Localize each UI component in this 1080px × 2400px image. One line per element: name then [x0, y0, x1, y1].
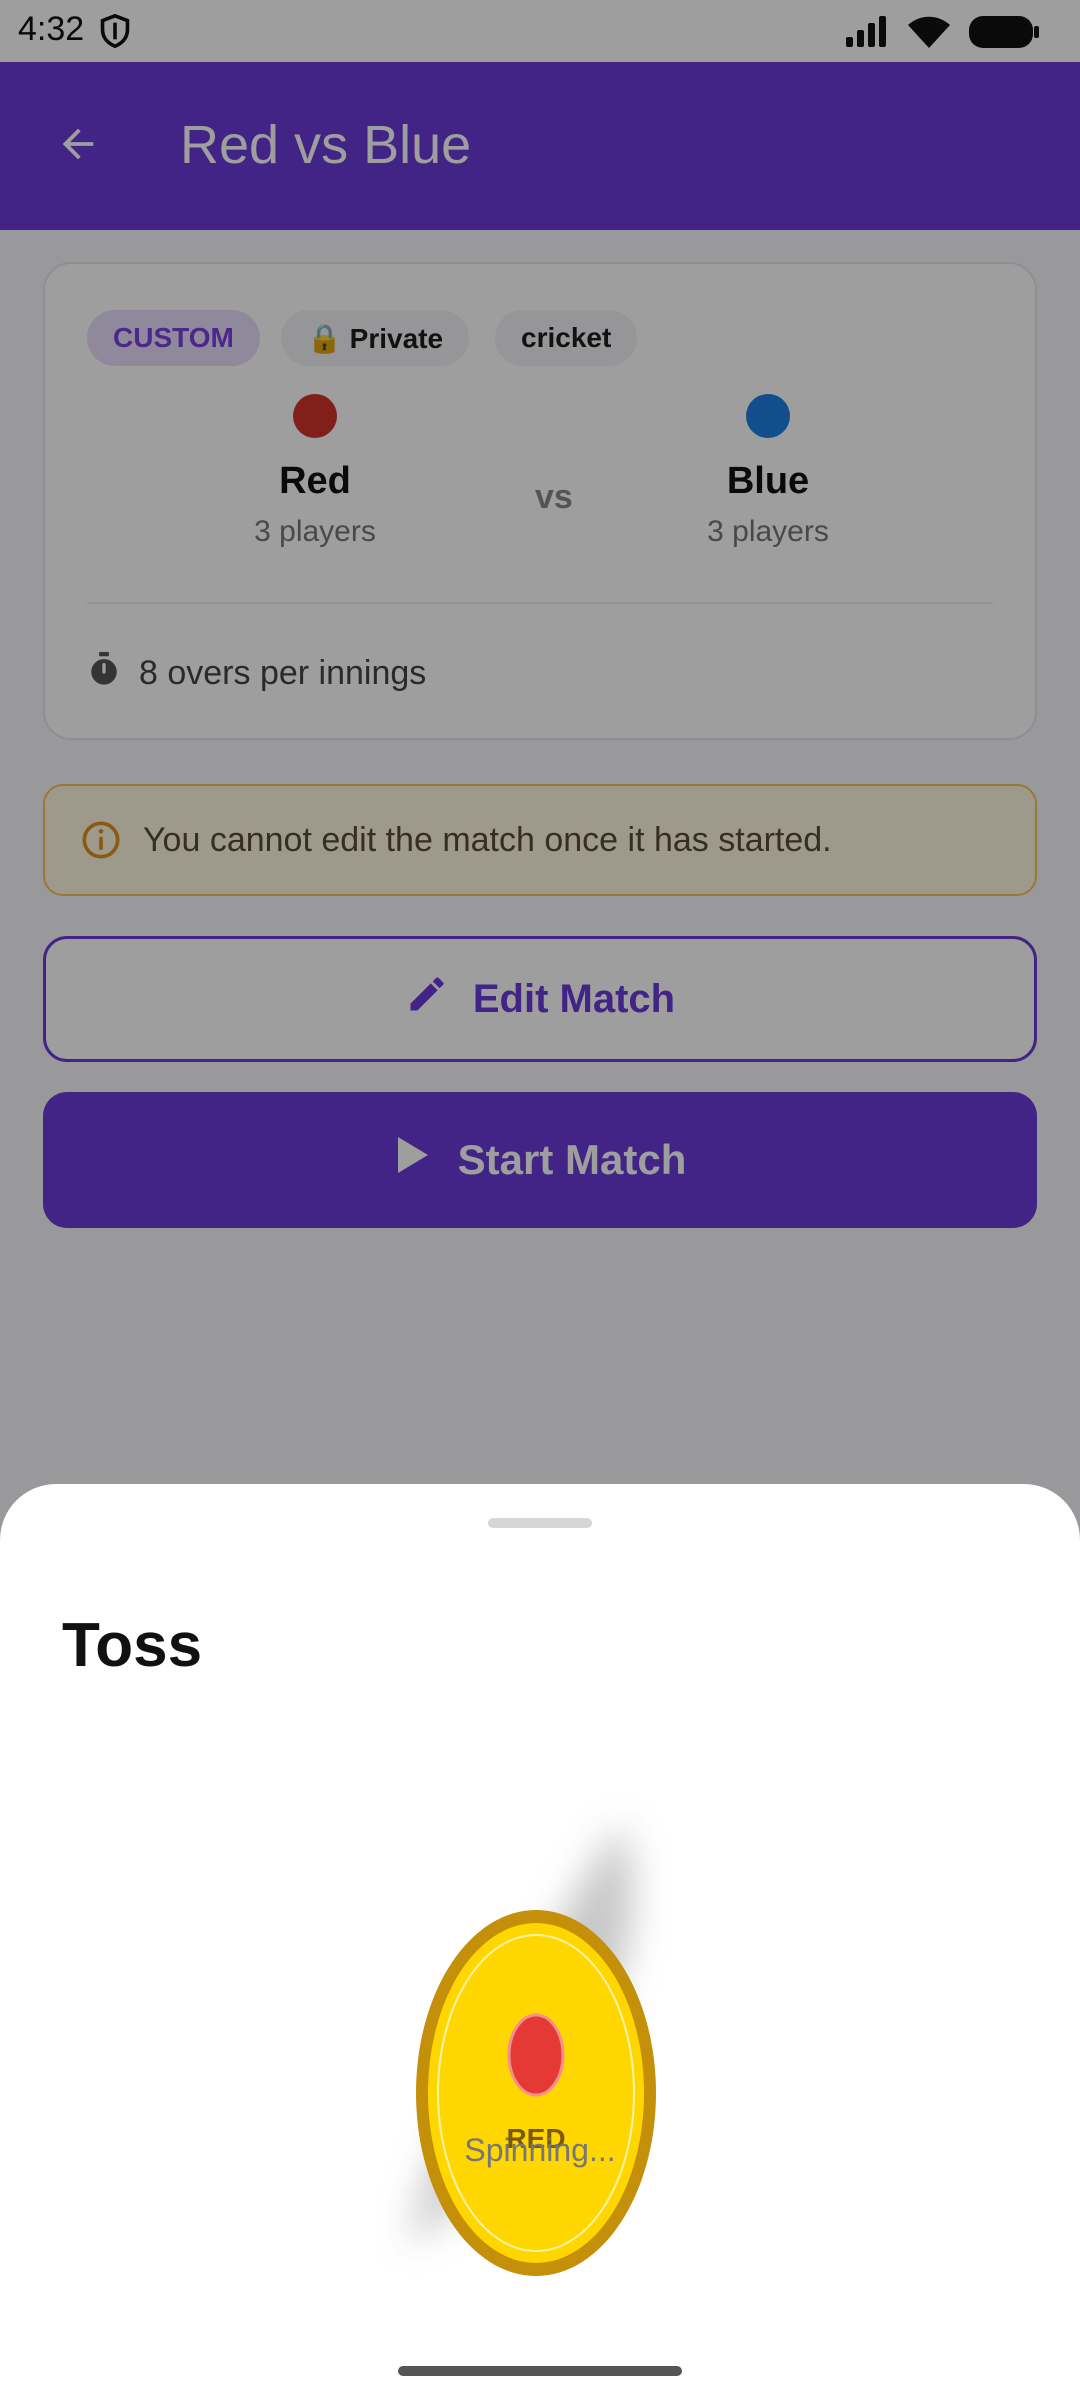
toss-status: Spinning...	[464, 2132, 616, 2168]
coin-team-dot	[507, 2013, 565, 2097]
toss-coin-area: RED	[300, 1664, 780, 2276]
sheet-drag-handle[interactable]	[488, 1518, 592, 1528]
home-indicator[interactable]	[398, 2366, 682, 2376]
sheet-title: Toss	[62, 1611, 203, 1680]
toss-coin[interactable]: RED	[414, 1908, 658, 2278]
toss-bottom-sheet: Toss RED Spinning...	[0, 1484, 1080, 2400]
